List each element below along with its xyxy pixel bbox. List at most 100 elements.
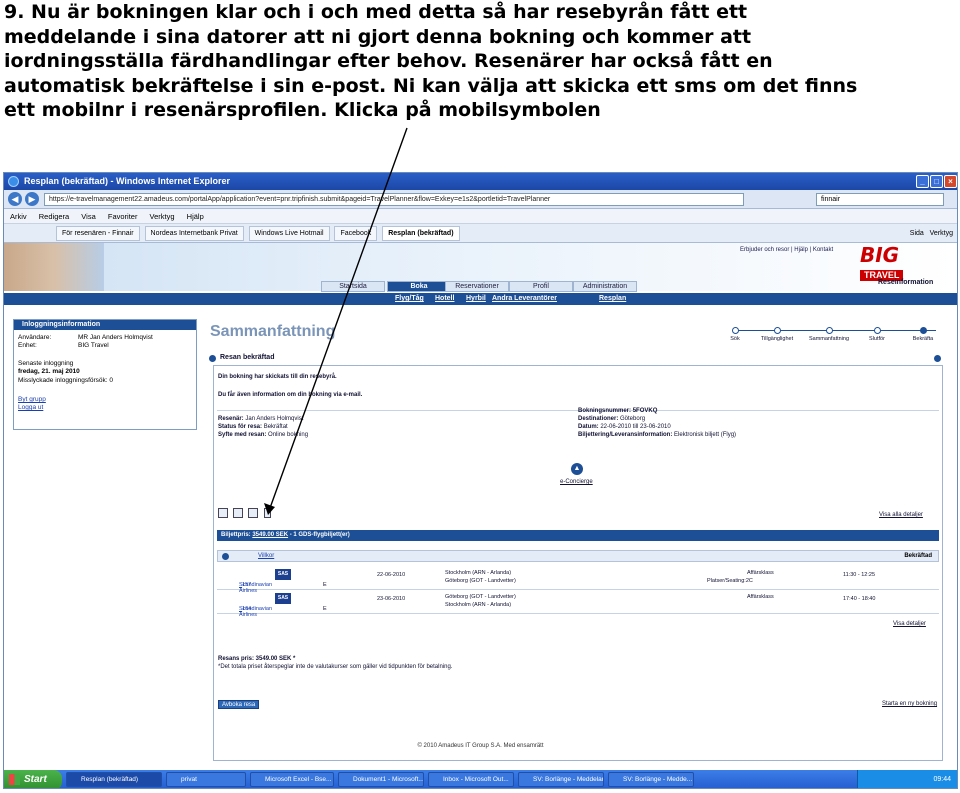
task-outlook[interactable]: Inbox - Microsoft Out...: [428, 772, 514, 787]
airline-link[interactable]: Scandinavian Airlines 164: [239, 606, 272, 618]
ticket-price-rest: - 1 GDS-flygbiljett(er): [288, 532, 350, 538]
cabin-class: Affärsklass: [747, 594, 774, 600]
maximize-button[interactable]: □: [930, 175, 943, 188]
flight-number: 157: [242, 582, 252, 588]
logout-link[interactable]: Logga ut: [18, 404, 43, 411]
email-icon[interactable]: [233, 508, 243, 518]
expand-icon[interactable]: [222, 553, 229, 560]
task-excel[interactable]: Microsoft Excel - Bse...: [250, 772, 334, 787]
copyright: © 2010 Amadeus IT Group S.A. Med ensamrä…: [417, 743, 544, 749]
reseinformation-link[interactable]: Reseinformation: [878, 279, 933, 286]
trip-price: Resans pris: 3549.00 SEK *: [218, 656, 296, 662]
flight-date: 23-06-2010: [377, 596, 406, 602]
favorite-finnair[interactable]: För resenären - Finnair: [56, 226, 140, 241]
instruction-line: ett mobilnr i resenärsprofilen. Klicka p…: [4, 99, 601, 121]
mobile-icon[interactable]: [264, 508, 271, 518]
task-privat[interactable]: privat: [166, 772, 246, 787]
ticket-price-value[interactable]: 3549.00 SEK: [252, 532, 288, 538]
close-button[interactable]: ×: [944, 175, 957, 188]
start-new-booking-link[interactable]: Starta en ny bokning: [882, 701, 937, 707]
ticketing-label: Biljettering/Leveransinformation:: [578, 432, 673, 438]
flight-to: Stockholm (ARN - Arlanda): [445, 602, 512, 608]
tab-startsida[interactable]: Startsida: [321, 281, 385, 292]
step-tillganglighet: Tillgänglighet: [752, 327, 802, 342]
tab-reservationer[interactable]: Reservationer: [445, 281, 509, 292]
unit-value: BIG Travel: [78, 342, 109, 349]
tab-boka[interactable]: Boka: [387, 281, 451, 292]
airline-link[interactable]: Scandinavian Airlines 157: [239, 582, 272, 594]
big-travel-logo: BIG TRAVEL: [860, 245, 920, 281]
windows-taskbar: Start Resplan (bekräftad) privat Microso…: [4, 770, 957, 788]
cabin-class: Affärsklass: [747, 570, 774, 576]
concierge-icon[interactable]: ▲: [571, 463, 583, 475]
search-input[interactable]: finnair: [816, 193, 944, 206]
booking-number: Bokningsnummer: 5FOVKQ: [578, 408, 657, 414]
booking-class: E: [323, 606, 327, 612]
section-title: Resan bekräftad: [220, 354, 275, 361]
page-title: Sammanfattning: [210, 323, 336, 340]
menu-item-verktyg[interactable]: Verktyg: [150, 212, 175, 221]
tab-profil[interactable]: Profil: [509, 281, 573, 292]
start-button[interactable]: Start: [4, 770, 62, 788]
clock: 09:44: [933, 776, 951, 783]
trip-purpose: Syfte med resan: Online bokning: [218, 432, 308, 438]
trip-status: Status för resa: Bekräftat: [218, 424, 288, 430]
subnav-hotell[interactable]: Hotell: [435, 293, 454, 305]
cancel-trip-button[interactable]: Avboka resa: [218, 700, 260, 709]
show-all-details-link[interactable]: Visa alla detaljer: [879, 512, 923, 518]
purpose-label: Syfte med resan:: [218, 432, 267, 438]
task-message-1[interactable]: SV: Borlänge - Meddelandet: [518, 772, 604, 787]
conditions-link[interactable]: Villkor: [258, 551, 274, 562]
menu-item-arkiv[interactable]: Arkiv: [10, 212, 27, 221]
subnav-resplan[interactable]: Resplan: [599, 293, 626, 305]
favorite-hotmail[interactable]: Windows Live Hotmail: [248, 226, 330, 241]
print-icon[interactable]: [218, 508, 228, 518]
minimize-button[interactable]: _: [916, 175, 929, 188]
flight-from: Stockholm (ARN - Arlanda): [445, 570, 512, 576]
ticket-price-label: Biljettpris:: [221, 532, 251, 538]
url-input[interactable]: https://e-travelmanagement22.amadeus.com…: [44, 193, 744, 206]
subnav-hyrbil[interactable]: Hyrbil: [466, 293, 486, 305]
tab-resplan[interactable]: Resplan (bekräftad): [382, 226, 460, 241]
step-label: Bekräfta: [912, 336, 934, 342]
menu-item-hjalp[interactable]: Hjälp: [187, 212, 204, 221]
browser-window: Resplan (bekräftad) - Windows Internet E…: [3, 172, 958, 789]
instruction-text: 9. Nu är bokningen klar och i och med de…: [4, 0, 956, 123]
page-menu[interactable]: Sida: [910, 230, 924, 237]
show-details-link[interactable]: Visa detaljer: [893, 621, 926, 627]
concierge-link[interactable]: e-Concierge: [560, 479, 593, 485]
menu-item-redigera[interactable]: Redigera: [39, 212, 69, 221]
forward-icon[interactable]: ▶: [25, 192, 39, 206]
message-email: Du får även information om din bokning v…: [218, 392, 363, 398]
flight-time: 11:30 - 12:25: [843, 572, 876, 578]
task-message-2[interactable]: SV: Borlänge - Medde...: [608, 772, 694, 787]
windows-flag-icon: [9, 774, 20, 785]
subnav-andra[interactable]: Andra Leverantörer: [492, 293, 557, 305]
document-icon[interactable]: [248, 508, 258, 518]
step-label: Tillgänglighet: [760, 336, 794, 342]
subnav-flyg[interactable]: Flyg/Tåg: [395, 293, 424, 305]
favorite-facebook[interactable]: Facebook: [334, 226, 378, 241]
collapse-icon[interactable]: [209, 355, 216, 362]
menu-item-favoriter[interactable]: Favoriter: [108, 212, 138, 221]
task-word[interactable]: Dokument1 - Microsoft...: [338, 772, 424, 787]
menu-item-visa[interactable]: Visa: [81, 212, 95, 221]
top-links[interactable]: Erbjuder och resor | Hjälp | Kontakt: [740, 247, 833, 253]
task-resplan[interactable]: Resplan (bekräftad): [66, 772, 162, 787]
window-titlebar: Resplan (bekräftad) - Windows Internet E…: [4, 173, 957, 190]
tools-menu[interactable]: Verktyg: [930, 230, 953, 237]
system-tray: 09:44: [857, 770, 957, 788]
ticketing: Biljettering/Leveransinformation: Elektr…: [578, 432, 736, 438]
tab-administration[interactable]: Administration: [573, 281, 637, 292]
ticket-price-bar: Biljettpris: 3549.00 SEK - 1 GDS-flygbil…: [217, 530, 939, 541]
purpose-value: Online bokning: [268, 432, 309, 438]
help-icon[interactable]: [934, 355, 941, 362]
banner-photo: [4, 243, 104, 291]
flight-from: Göteborg (GOT - Landvetter): [445, 594, 516, 600]
instruction-line: automatisk bekräftelse i sin e-post. Ni …: [4, 74, 858, 97]
instruction-line: iordningsställa färdhandlingar efter beh…: [4, 50, 773, 72]
change-group-link[interactable]: Byt grupp: [18, 396, 46, 403]
back-icon[interactable]: ◀: [8, 192, 22, 206]
favorite-nordea[interactable]: Nordeas Internetbank Privat: [144, 226, 244, 241]
ticketing-value: Elektronisk biljett (Flyg): [674, 432, 737, 438]
